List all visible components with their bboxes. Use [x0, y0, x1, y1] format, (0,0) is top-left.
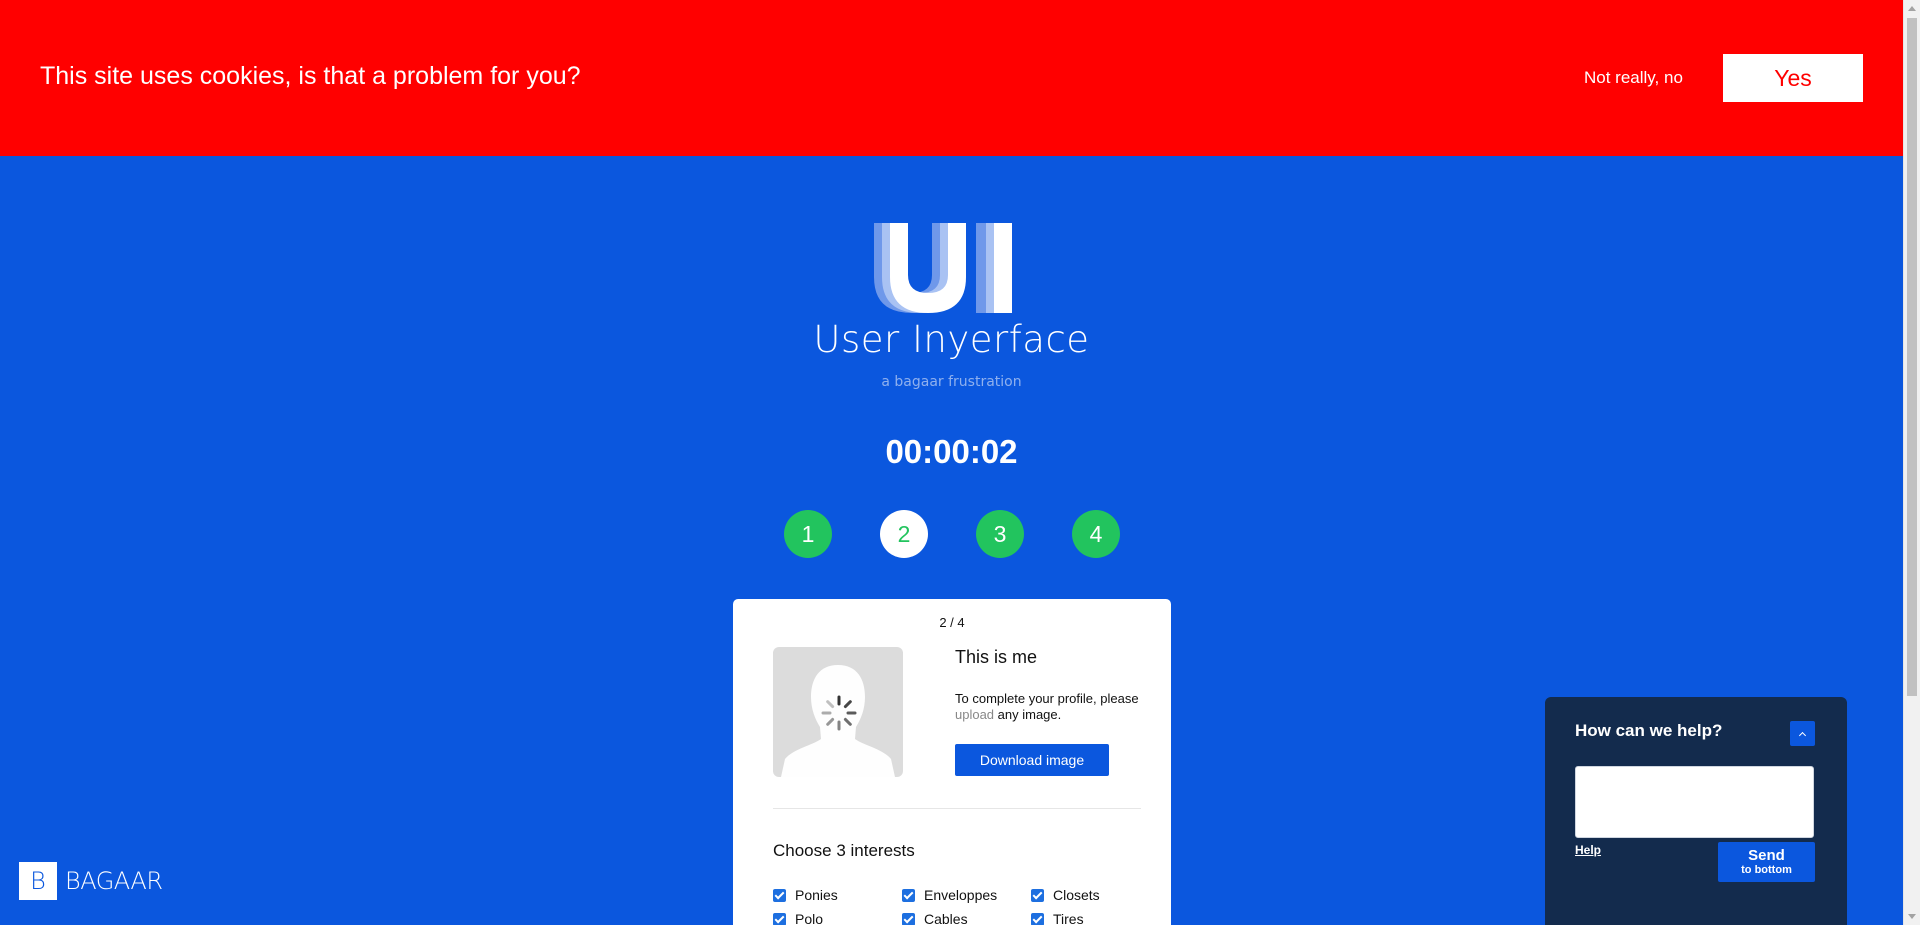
send-sublabel: to bottom	[1741, 864, 1792, 876]
interest-label: Polo	[795, 911, 824, 925]
interest-tires[interactable]: Tires	[1031, 911, 1084, 925]
interest-label: Cables	[924, 911, 968, 925]
help-title: How can we help?	[1575, 721, 1723, 740]
checkbox-checked[interactable]	[773, 912, 786, 925]
help-widget: How can we help? Help Send to bottom	[1545, 697, 1847, 925]
card-heading: This is me	[955, 647, 1038, 667]
interest-label: Enveloppes	[924, 887, 998, 903]
interest-cables[interactable]: Cables	[902, 911, 968, 925]
checkbox-checked[interactable]	[902, 888, 915, 902]
interest-label: Closets	[1053, 887, 1100, 903]
interest-enveloppes[interactable]: Enveloppes	[902, 887, 997, 903]
step-1: 1	[784, 510, 832, 558]
send-to-bottom-button[interactable]: Send to bottom	[1718, 842, 1815, 882]
download-image-button[interactable]: Download image	[955, 744, 1109, 776]
interest-closets[interactable]: Closets	[1031, 887, 1100, 903]
page-scrollbar[interactable]	[1903, 0, 1920, 925]
checkbox-checked[interactable]	[1031, 912, 1044, 925]
card-progress: 2 / 4	[939, 615, 965, 630]
cookie-accept-button[interactable]: Yes	[1723, 54, 1863, 102]
bagaar-logo[interactable]: B BAGAAR	[19, 862, 163, 900]
collapse-toggle-button[interactable]	[1790, 721, 1815, 746]
site-title: User Inyerface	[813, 318, 1090, 361]
loading-spinner-icon	[821, 695, 857, 731]
scroll-up-arrow-icon[interactable]	[1904, 0, 1920, 17]
scrollbar-thumb[interactable]	[1907, 18, 1917, 696]
card-divider	[773, 808, 1141, 809]
profile-card: 2 / 4 This is me To complete your profil…	[733, 599, 1171, 925]
checkbox-checked[interactable]	[1031, 888, 1044, 902]
help-link[interactable]: Help	[1575, 843, 1601, 857]
timer: 00:00:02	[885, 433, 1018, 470]
site-subtitle: a bagaar frustration	[881, 374, 1022, 390]
ui-logo-icon	[874, 223, 1012, 313]
step-2: 2	[880, 510, 928, 558]
interest-ponies[interactable]: Ponies	[773, 887, 838, 903]
send-label: Send	[1748, 847, 1785, 864]
avatar-placeholder	[773, 647, 903, 777]
desc-prefix: To complete your profile, please	[955, 691, 1139, 706]
cookie-decline-link[interactable]: Not really, no	[1584, 68, 1683, 88]
interest-label: Ponies	[795, 887, 838, 903]
desc-suffix: any image.	[994, 707, 1062, 722]
interests-heading: Choose 3 interests	[773, 841, 915, 860]
help-message-input[interactable]	[1575, 766, 1814, 838]
checkbox-checked[interactable]	[902, 912, 915, 925]
card-description: To complete your profile, please upload …	[955, 691, 1145, 723]
checkbox-checked[interactable]	[773, 888, 786, 902]
cookie-banner: This site uses cookies, is that a proble…	[0, 0, 1903, 156]
interest-label: Tires	[1053, 911, 1084, 925]
interest-polo[interactable]: Polo	[773, 911, 823, 925]
bagaar-brand-name: BAGAAR	[65, 867, 163, 895]
step-3: 3	[976, 510, 1024, 558]
step-4: 4	[1072, 510, 1120, 558]
scroll-down-arrow-icon[interactable]	[1904, 908, 1920, 925]
chevron-up-icon	[1798, 731, 1807, 739]
cookie-message: This site uses cookies, is that a proble…	[40, 62, 581, 90]
bagaar-logo-icon: B	[19, 862, 57, 900]
upload-link[interactable]: upload	[955, 707, 994, 722]
